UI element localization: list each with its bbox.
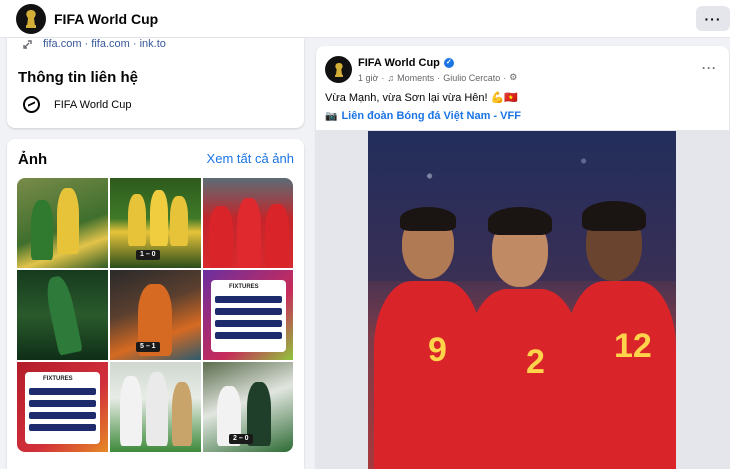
jersey-number: 2 — [526, 343, 545, 381]
photo-thumbnail[interactable]: 2 – 0 — [203, 362, 293, 452]
jersey-number: 9 — [428, 331, 447, 369]
contact-info-title: Thông tin liên hệ — [18, 69, 138, 86]
fixtures-label: FIXTURES — [229, 284, 259, 290]
match-score: 1 – 0 — [136, 250, 160, 260]
post-media[interactable]: 9 2 12 — [316, 130, 729, 469]
photo-thumbnail[interactable]: FIXTURES — [17, 362, 108, 452]
page-title[interactable]: FIFA World Cup — [54, 11, 158, 27]
separator-dot: · — [437, 72, 441, 83]
post-tag-text[interactable]: Liên đoàn Bóng đá Việt Nam - VFF — [341, 110, 520, 122]
fifa-logo[interactable] — [16, 4, 46, 34]
fixtures-graphic: FIXTURES — [25, 372, 100, 444]
fixtures-label: FIXTURES — [43, 376, 73, 382]
match-score: 5 – 1 — [136, 342, 160, 352]
photo-thumbnail[interactable] — [203, 178, 293, 268]
photo-grid: 1 – 0 5 – 1 FIXTURES FIXTURES 2 – 0 — [17, 178, 293, 452]
post-more-button[interactable]: ··· — [702, 61, 717, 75]
post-card: FIFA World Cup ✓ 1 giờ · ♫ Moments · Giu… — [316, 46, 729, 469]
photo-thumbnail[interactable] — [110, 362, 201, 452]
separator-dot: · — [503, 72, 507, 83]
music-note-icon: ♫ — [387, 72, 395, 83]
post-tag-link[interactable]: 📷 Liên đoàn Bóng đá Việt Nam - VFF — [325, 110, 521, 122]
website-links-text[interactable]: fifa.com · fifa.com · ink.to — [43, 38, 166, 50]
messenger-icon — [23, 96, 40, 113]
contact-info-card: fifa.com · fifa.com · ink.to Thông tin l… — [7, 38, 304, 128]
see-all-photos-link[interactable]: Xem tất cả ảnh — [207, 151, 294, 166]
moments-label[interactable]: Moments — [397, 73, 434, 83]
settings-gear-icon[interactable]: ⚙ — [509, 72, 517, 83]
photo-thumbnail[interactable] — [17, 270, 108, 360]
photo-thumbnail[interactable] — [17, 178, 108, 268]
post-author: FIFA World Cup ✓ — [358, 57, 454, 69]
more-options-button[interactable]: ··· — [696, 6, 730, 31]
photos-card: Ảnh Xem tất cả ảnh 1 – 0 5 – 1 FIXTURES — [7, 139, 304, 469]
jersey-number: 12 — [614, 327, 652, 365]
post-meta: 1 giờ · ♫ Moments · Giulio Cercato · ⚙ — [358, 72, 517, 83]
separator-dot: · — [381, 72, 385, 83]
post-photo[interactable]: 9 2 12 — [368, 131, 676, 469]
post-author-avatar[interactable] — [325, 56, 352, 83]
photo-thumbnail[interactable]: 1 – 0 — [110, 178, 201, 268]
link-icon — [23, 39, 37, 49]
messenger-row[interactable]: FIFA World Cup — [23, 96, 131, 113]
messenger-name[interactable]: FIFA World Cup — [54, 99, 131, 111]
post-time[interactable]: 1 giờ — [358, 73, 378, 83]
photos-title: Ảnh — [18, 151, 48, 168]
match-score: 2 – 0 — [229, 434, 253, 444]
photo-thumbnail[interactable]: FIXTURES — [203, 270, 293, 360]
verified-badge-icon: ✓ — [443, 58, 454, 68]
fixtures-graphic: FIXTURES — [211, 280, 286, 352]
page-header: FIFA World Cup ··· — [0, 0, 730, 38]
post-caption: Vừa Mạnh, vừa Sơn lại vừa Hên! 💪🇻🇳 — [325, 92, 519, 104]
camera-icon: 📷 — [325, 110, 338, 122]
with-person-name[interactable]: Giulio Cercato — [443, 73, 500, 83]
post-author-name[interactable]: FIFA World Cup — [358, 57, 440, 69]
website-links: fifa.com · fifa.com · ink.to — [23, 38, 166, 50]
photo-thumbnail[interactable]: 5 – 1 — [110, 270, 201, 360]
